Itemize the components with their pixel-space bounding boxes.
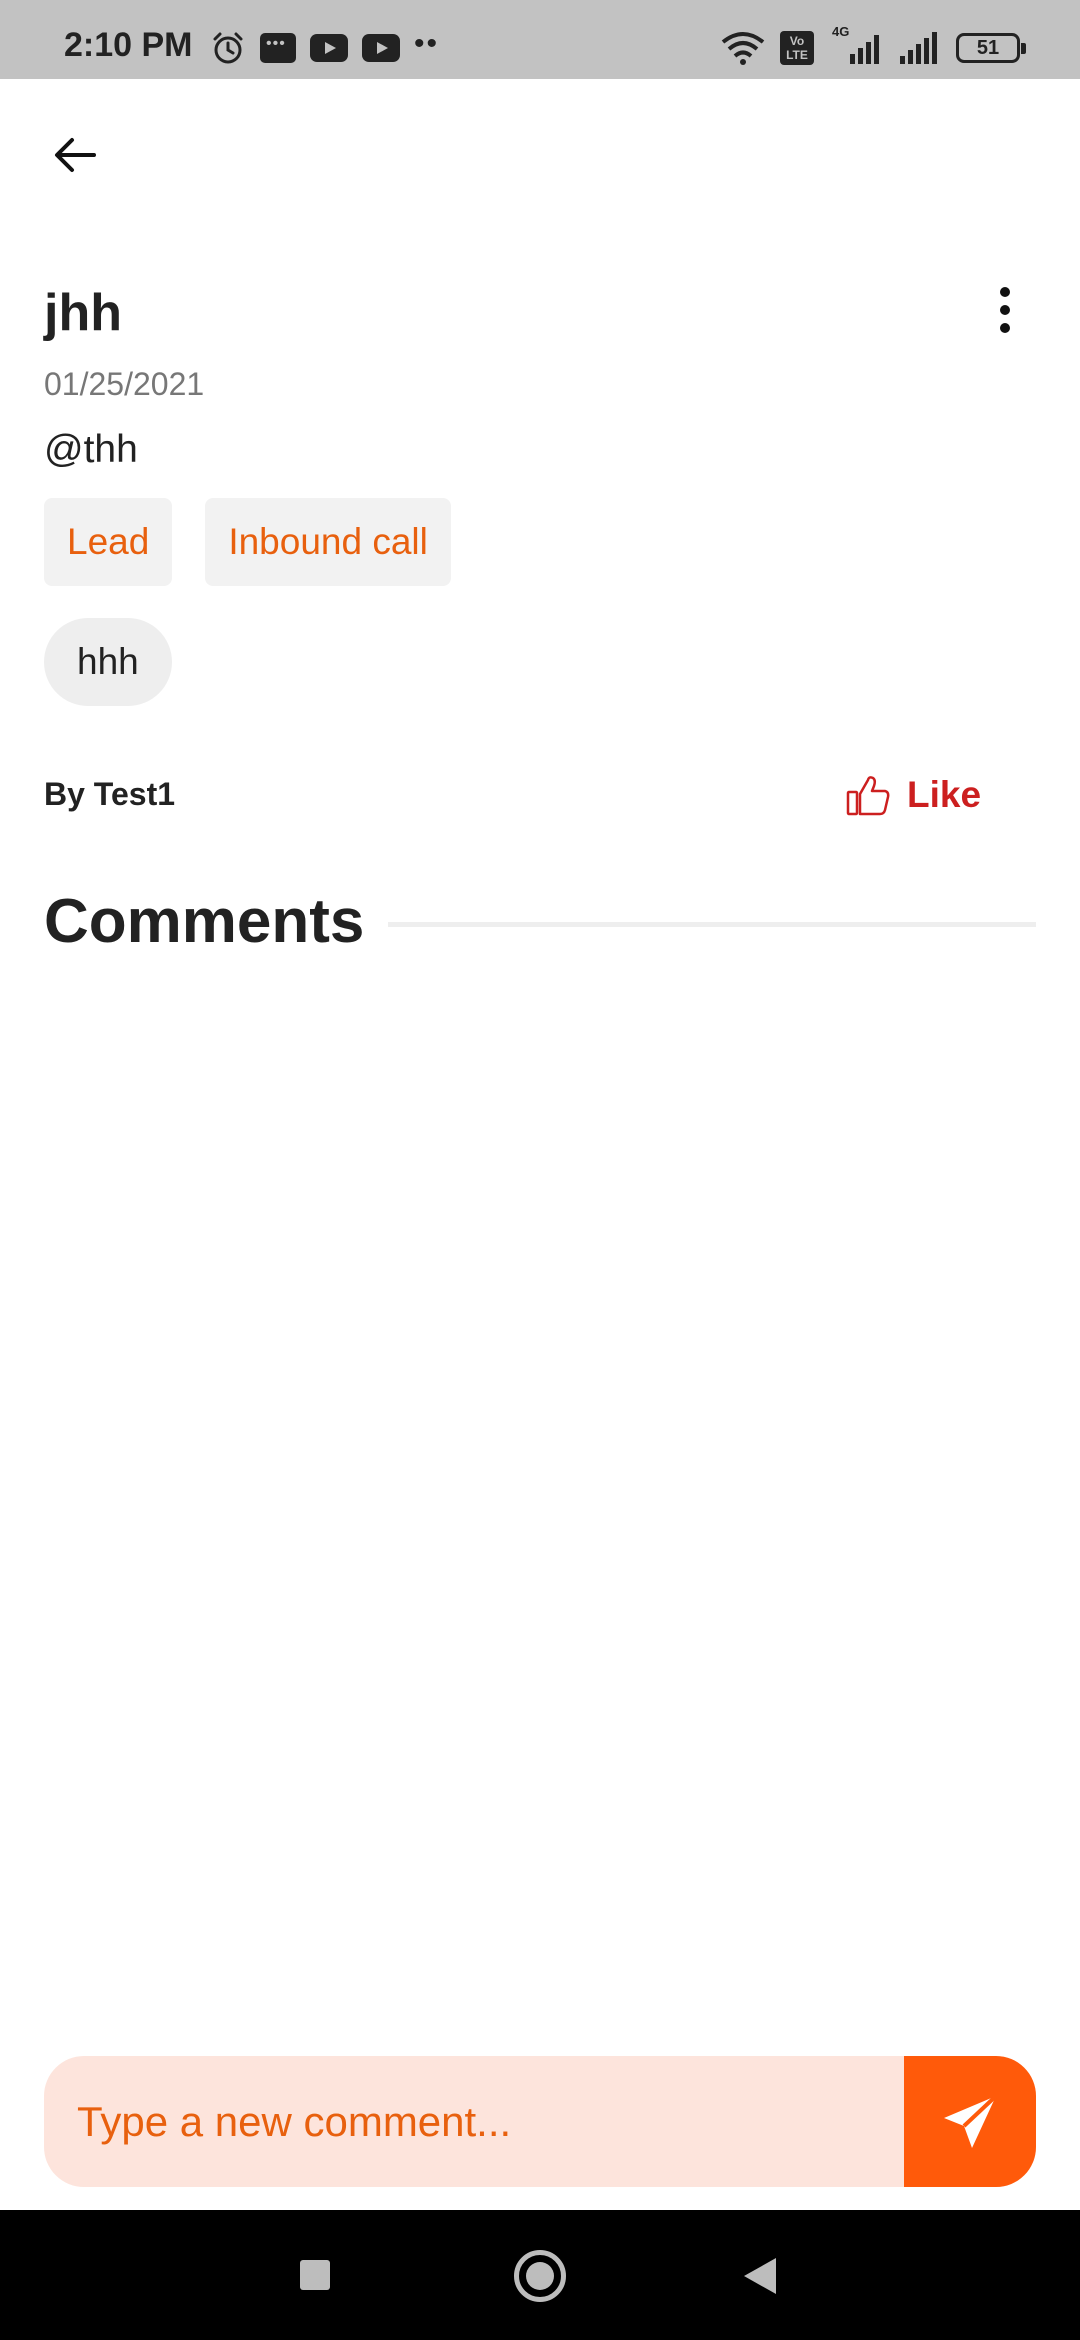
more-notifications-icon: •• bbox=[414, 27, 440, 60]
system-icons: Vo LTE 4G 51 bbox=[720, 24, 1026, 68]
volte-icon: Vo LTE bbox=[780, 31, 814, 65]
signal-icon bbox=[900, 32, 937, 64]
back-button[interactable] bbox=[40, 120, 110, 190]
post-author: By Test1 bbox=[44, 776, 176, 812]
comment-composer bbox=[44, 2056, 1036, 2187]
tag-list: Lead Inbound call bbox=[44, 498, 451, 586]
more-options-button[interactable] bbox=[980, 280, 1030, 340]
like-label: Like bbox=[907, 774, 982, 815]
signal-icon bbox=[850, 35, 879, 64]
thumbs-up-icon bbox=[846, 776, 890, 816]
comments-title: Comments bbox=[44, 887, 365, 956]
tag-lead[interactable]: Lead bbox=[44, 498, 173, 586]
send-icon bbox=[944, 2094, 998, 2148]
system-nav-bar bbox=[0, 2210, 1080, 2340]
post-date: 01/25/2021 bbox=[44, 366, 205, 402]
post-handle: @thh bbox=[44, 428, 138, 471]
category-pill[interactable]: hhh bbox=[44, 618, 172, 706]
more-vertical-icon bbox=[1000, 287, 1010, 297]
comments-header: Comments bbox=[44, 886, 1036, 957]
message-icon bbox=[260, 33, 296, 63]
tag-inbound-call[interactable]: Inbound call bbox=[205, 498, 451, 586]
wifi-icon bbox=[721, 32, 765, 65]
arrow-left-icon bbox=[55, 138, 96, 172]
comment-input[interactable] bbox=[44, 2056, 904, 2187]
alarm-icon bbox=[213, 32, 243, 64]
youtube-icon bbox=[310, 34, 348, 62]
recents-button[interactable] bbox=[300, 2260, 330, 2290]
post-title: jhh bbox=[44, 284, 122, 342]
notification-icons: •• bbox=[210, 27, 440, 66]
youtube-icon bbox=[362, 34, 400, 62]
comments-divider bbox=[388, 922, 1036, 927]
status-time: 2:10 PM bbox=[64, 26, 193, 64]
battery-icon: 51 bbox=[956, 33, 1026, 63]
signal-4g: 4G bbox=[828, 24, 884, 66]
like-button[interactable]: Like bbox=[845, 765, 981, 825]
status-bar: 2:10 PM •• Vo LTE 4G bbox=[0, 0, 1080, 79]
send-button[interactable] bbox=[904, 2056, 1036, 2187]
system-back-button[interactable] bbox=[744, 2258, 776, 2294]
home-button[interactable] bbox=[514, 2250, 566, 2302]
